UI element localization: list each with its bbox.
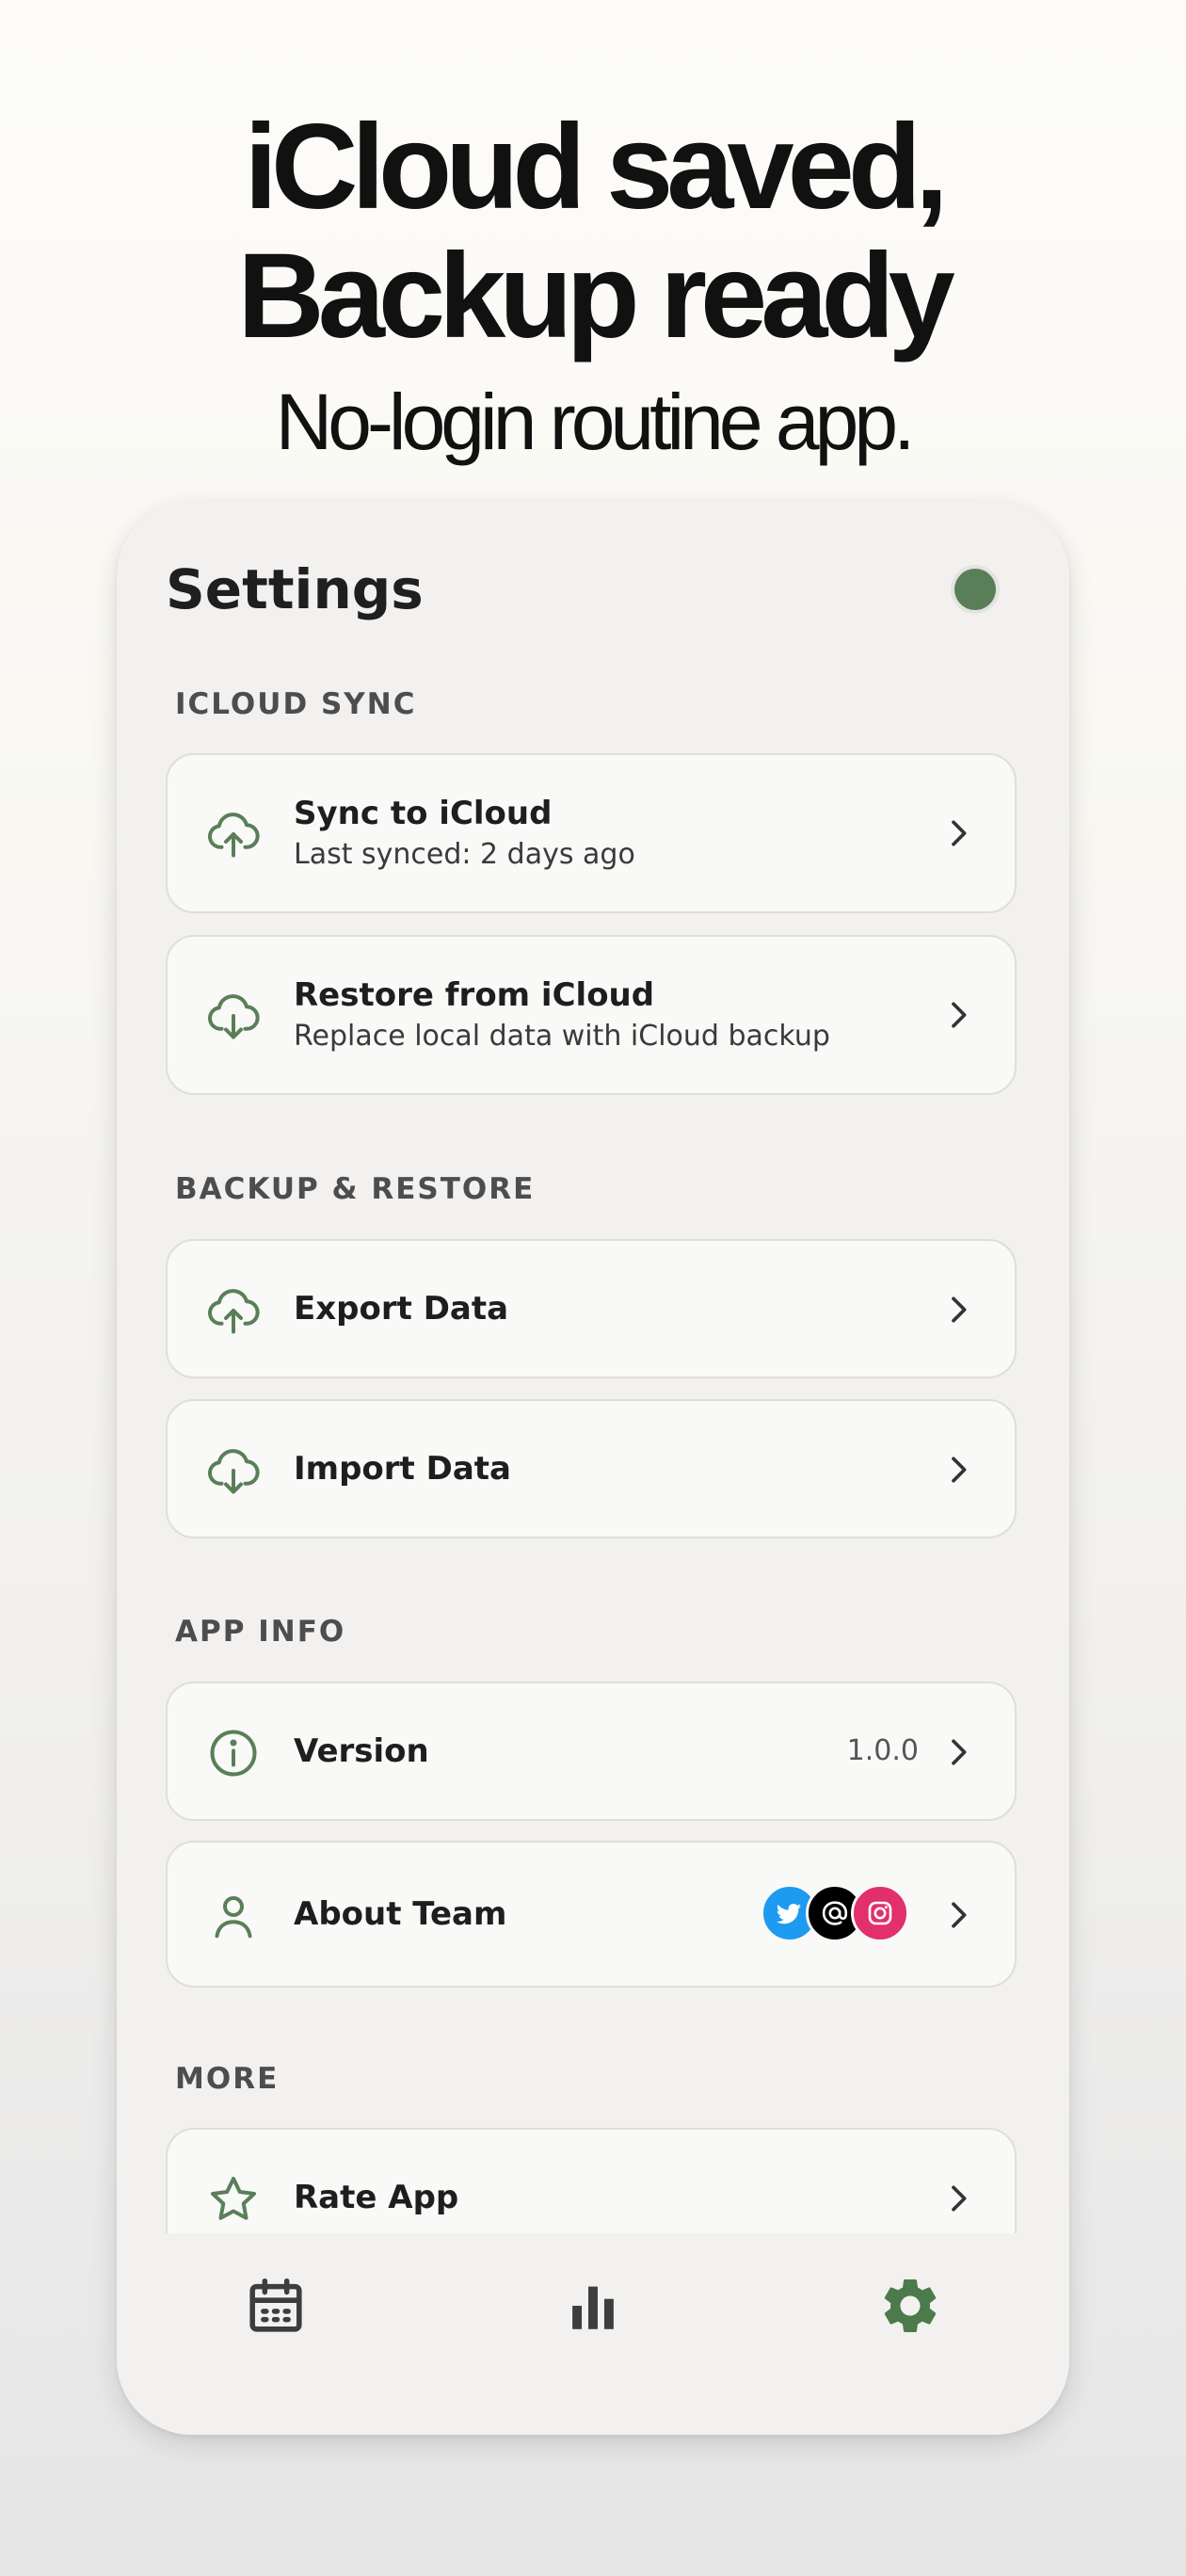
page-title: Settings <box>166 557 424 621</box>
tab-calendar[interactable] <box>243 2273 309 2339</box>
sync-to-icloud-row[interactable]: Sync to iCloud Last synced: 2 days ago <box>166 753 1017 913</box>
sync-to-icloud-title: Sync to iCloud <box>294 795 553 832</box>
hero-headline-line2: Backup ready <box>237 229 955 363</box>
import-data-title: Import Data <box>294 1450 511 1488</box>
tab-settings[interactable] <box>877 2273 943 2339</box>
sync-to-icloud-subtitle: Last synced: 2 days ago <box>294 838 635 871</box>
version-title: Version <box>294 1732 429 1770</box>
rate-app-title: Rate App <box>294 2179 459 2216</box>
star-icon <box>205 2171 262 2228</box>
export-data-title: Export Data <box>294 1290 509 1328</box>
person-icon <box>205 1888 262 1944</box>
restore-from-icloud-title: Restore from iCloud <box>294 976 655 1014</box>
section-label-more: MORE <box>175 2062 280 2096</box>
export-data-row[interactable]: Export Data <box>166 1239 1017 1378</box>
cloud-download-icon <box>205 1442 262 1499</box>
tab-bar <box>117 2233 1069 2435</box>
bar-chart-icon <box>560 2273 626 2339</box>
chevron-right-icon <box>939 1896 977 1934</box>
cloud-upload-icon <box>205 806 262 862</box>
restore-from-icloud-subtitle: Replace local data with iCloud backup <box>294 1020 830 1053</box>
chevron-right-icon <box>939 1451 977 1489</box>
cloud-upload-icon <box>205 1282 262 1339</box>
chevron-right-icon <box>939 1733 977 1771</box>
hero-subtitle: No-login routine app. <box>275 378 916 466</box>
section-label-backup-restore: BACKUP & RESTORE <box>175 1172 536 1206</box>
section-label-icloud-sync: ICLOUD SYNC <box>175 687 417 721</box>
section-label-app-info: APP INFO <box>175 1615 346 1649</box>
version-row[interactable]: Version 1.0.0 <box>166 1682 1017 1821</box>
phone-screen: Settings ICLOUD SYNC Sync to iCloud Last… <box>117 501 1069 2435</box>
chevron-right-icon <box>939 814 977 852</box>
chevron-right-icon <box>939 996 977 1034</box>
cloud-download-icon <box>205 988 262 1044</box>
gear-icon <box>877 2273 943 2339</box>
calendar-icon <box>243 2273 309 2339</box>
version-value: 1.0.0 <box>846 1734 919 1767</box>
restore-from-icloud-row[interactable]: Restore from iCloud Replace local data w… <box>166 935 1017 1095</box>
instagram-icon[interactable] <box>851 1884 909 1942</box>
about-team-title: About Team <box>294 1895 507 1933</box>
chevron-right-icon <box>939 2180 977 2217</box>
import-data-row[interactable]: Import Data <box>166 1399 1017 1538</box>
hero-headline-line1: iCloud saved, <box>244 100 948 234</box>
chevron-right-icon <box>939 1291 977 1328</box>
info-icon <box>205 1725 262 1781</box>
tab-stats[interactable] <box>560 2273 626 2339</box>
status-dot <box>954 569 996 610</box>
about-team-row[interactable]: About Team <box>166 1841 1017 1988</box>
